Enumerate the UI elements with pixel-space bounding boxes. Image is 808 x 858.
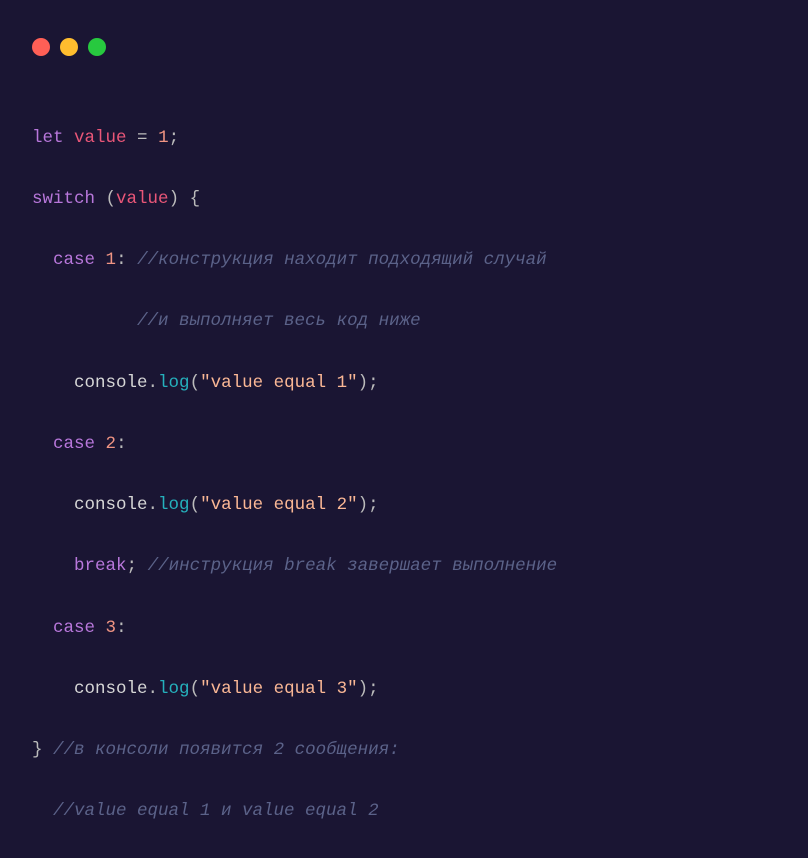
semicolon: ; [368, 679, 379, 699]
comment: //и выполняет весь код ниже [137, 311, 421, 331]
colon: : [116, 618, 127, 638]
semicolon: ; [169, 128, 180, 148]
keyword-let: let [32, 128, 64, 148]
object-console: console [74, 495, 148, 515]
number-literal: 3 [106, 618, 117, 638]
semicolon: ; [368, 495, 379, 515]
paren-open: ( [190, 679, 201, 699]
dot: . [148, 679, 159, 699]
code-line: case 2: [32, 429, 776, 460]
semicolon: ; [368, 373, 379, 393]
colon: : [116, 250, 127, 270]
number-literal: 2 [106, 434, 117, 454]
comment: //value equal 1 и value equal 2 [53, 801, 379, 821]
code-line: case 1: //конструкция находит подходящий… [32, 245, 776, 276]
paren-close: ) [358, 679, 369, 699]
brace-open: { [190, 189, 201, 209]
paren-close: ) [358, 373, 369, 393]
colon: : [116, 434, 127, 454]
code-block: let value = 1; switch (value) { case 1: … [32, 92, 776, 858]
paren-open: ( [190, 495, 201, 515]
minimize-dot [60, 38, 78, 56]
keyword-case: case [53, 618, 95, 638]
keyword-switch: switch [32, 189, 95, 209]
number-literal: 1 [106, 250, 117, 270]
code-line: switch (value) { [32, 184, 776, 215]
comment: //в консоли появится 2 сообщения: [53, 740, 400, 760]
code-line: } //в консоли появится 2 сообщения: [32, 735, 776, 766]
comment: //конструкция находит подходящий случай [137, 250, 547, 270]
paren-close: ) [169, 189, 180, 209]
string-literal: "value equal 3" [200, 679, 358, 699]
method-log: log [158, 495, 190, 515]
keyword-case: case [53, 250, 95, 270]
keyword-break: break [74, 556, 127, 576]
code-line: case 3: [32, 613, 776, 644]
brace-close: } [32, 740, 43, 760]
paren-open: ( [106, 189, 117, 209]
code-line: console.log("value equal 3"); [32, 674, 776, 705]
code-line: let value = 1; [32, 123, 776, 154]
maximize-dot [88, 38, 106, 56]
number-literal: 1 [158, 128, 169, 148]
dot: . [148, 495, 159, 515]
identifier: value [116, 189, 169, 209]
close-dot [32, 38, 50, 56]
dot: . [148, 373, 159, 393]
string-literal: "value equal 1" [200, 373, 358, 393]
code-line: console.log("value equal 1"); [32, 368, 776, 399]
window-controls [32, 38, 776, 56]
code-line: console.log("value equal 2"); [32, 490, 776, 521]
operator: = [127, 128, 159, 148]
paren-close: ) [358, 495, 369, 515]
object-console: console [74, 679, 148, 699]
code-line: //и выполняет весь код ниже [32, 306, 776, 337]
keyword-case: case [53, 434, 95, 454]
method-log: log [158, 373, 190, 393]
method-log: log [158, 679, 190, 699]
semicolon: ; [127, 556, 138, 576]
paren-open: ( [190, 373, 201, 393]
string-literal: "value equal 2" [200, 495, 358, 515]
code-line: //value equal 1 и value equal 2 [32, 796, 776, 827]
code-line: break; //инструкция break завершает выпо… [32, 551, 776, 582]
object-console: console [74, 373, 148, 393]
identifier: value [74, 128, 127, 148]
comment: //инструкция break завершает выполнение [148, 556, 558, 576]
